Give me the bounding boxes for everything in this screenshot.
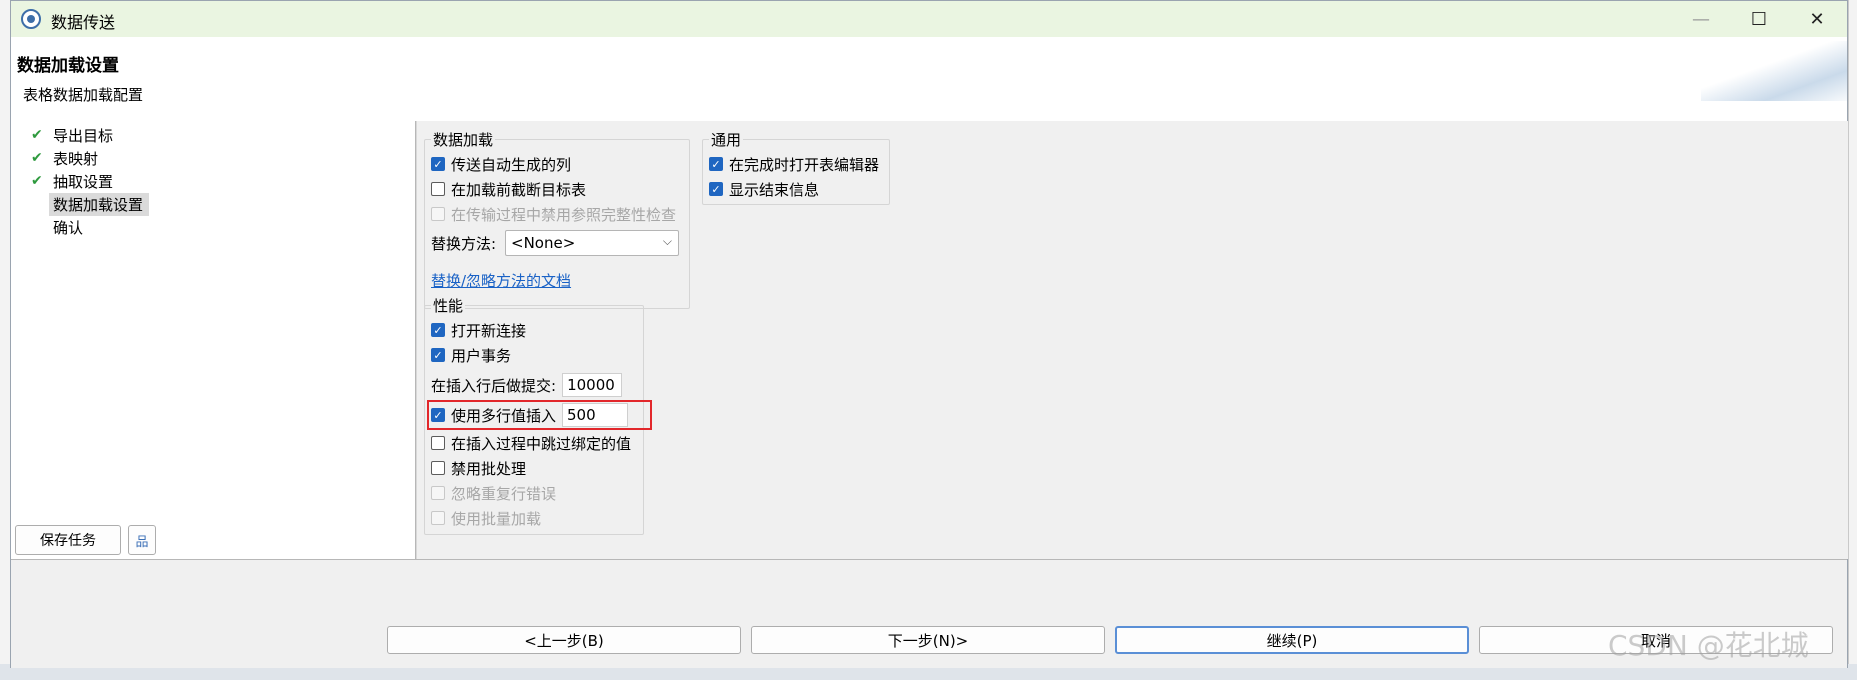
checkbox-unchecked-icon [431, 182, 445, 196]
nav-item-label: 抽取设置 [53, 172, 114, 191]
checkbox-label: 禁用批处理 [451, 459, 527, 478]
window-title: 数据传送 [51, 13, 116, 32]
checkbox-unchecked-icon [431, 436, 445, 450]
checkbox-label: 在加载前截断目标表 [451, 180, 587, 199]
data-transfer-dialog: 数据传送 — ☐ ✕ 数据加载设置 表格数据加载配置 ✔ 导出目标 ✔ 表映射 … [10, 0, 1848, 668]
chevron-down-icon: ⌵ [662, 234, 672, 248]
skip-bound-values-checkbox[interactable]: 在插入过程中跳过绑定的值 [431, 433, 631, 453]
replace-method-select[interactable]: <None> ⌵ [505, 230, 679, 256]
checkbox-label: 在传输过程中禁用参照完整性检查 [451, 205, 677, 224]
app-logo-icon [21, 9, 41, 29]
wizard-footer: <上一步(B) 下一步(N)> 继续(P) 取消 [11, 559, 1847, 668]
task-tree-icon[interactable]: 品 [128, 525, 156, 555]
general-group: 通用 ✓ 在完成时打开表编辑器 ✓ 显示结束信息 [702, 129, 890, 205]
nav-item-label: 表映射 [53, 149, 99, 168]
ignore-duplicate-errors-checkbox: 忽略重复行错误 [431, 483, 556, 503]
save-task-button[interactable]: 保存任务 [15, 525, 121, 555]
page-header: 数据加载设置 表格数据加载配置 [11, 37, 1847, 122]
commit-after-rows-row: 在插入行后做提交: 10000 [431, 372, 623, 398]
disable-ref-integrity-checkbox: 在传输过程中禁用参照完整性检查 [431, 204, 676, 224]
nav-item-data-load-settings[interactable]: 数据加载设置 [31, 192, 150, 216]
checkbox-disabled-icon [431, 207, 445, 221]
checkbox-checked-icon: ✓ [709, 182, 723, 196]
user-transaction-checkbox[interactable]: ✓ 用户事务 [431, 345, 511, 365]
title-bar[interactable]: 数据传送 — ☐ ✕ [11, 1, 1847, 37]
highlight-box [427, 400, 652, 430]
transfer-auto-columns-checkbox[interactable]: ✓ 传送自动生成的列 [431, 154, 571, 174]
checkbox-label: 在插入过程中跳过绑定的值 [451, 434, 632, 453]
next-button[interactable]: 下一步(N)> [751, 626, 1105, 654]
continue-button[interactable]: 继续(P) [1115, 626, 1469, 654]
multi-row-insert-row: ✓ 使用多行值插入 500 [427, 400, 652, 430]
check-icon: ✔ [31, 127, 43, 143]
nav-item-label: 导出目标 [53, 126, 114, 145]
commit-after-rows-label: 在插入行后做提交: [431, 376, 557, 395]
replace-method-doc-link[interactable]: 替换/忽略方法的文档 [431, 270, 571, 291]
nav-item-extract-settings[interactable]: ✔ 抽取设置 [31, 170, 113, 192]
checkbox-checked-icon: ✓ [431, 348, 445, 362]
settings-content: 数据加载 ✓ 传送自动生成的列 在加载前截断目标表 在传输过程中禁用参照完整性检… [416, 121, 1848, 559]
checkbox-checked-icon: ✓ [709, 157, 723, 171]
checkbox-label: 用户事务 [451, 346, 512, 365]
check-icon: ✔ [31, 173, 43, 189]
open-new-connection-checkbox[interactable]: ✓ 打开新连接 [431, 320, 526, 340]
page-subtitle: 表格数据加载配置 [23, 86, 144, 104]
truncate-before-load-checkbox[interactable]: 在加载前截断目标表 [431, 179, 586, 199]
group-legend: 通用 [709, 129, 744, 150]
nav-item-table-mapping[interactable]: ✔ 表映射 [31, 147, 98, 169]
checkbox-unchecked-icon [431, 461, 445, 475]
checkbox-disabled-icon [431, 486, 445, 500]
watermark: CSDN @花北城 [1608, 629, 1809, 662]
minimize-button[interactable]: — [1673, 1, 1729, 37]
previous-button[interactable]: <上一步(B) [387, 626, 741, 654]
checkbox-label: 打开新连接 [451, 321, 527, 340]
select-value: <None> [511, 234, 576, 252]
nav-item-label: 确认 [53, 218, 84, 237]
maximize-button[interactable]: ☐ [1731, 1, 1787, 37]
nav-item-confirm[interactable]: 确认 [31, 216, 83, 238]
show-finish-message-checkbox[interactable]: ✓ 显示结束信息 [709, 179, 819, 199]
nav-item-export-target[interactable]: ✔ 导出目标 [31, 124, 113, 146]
replace-method-label: 替换方法: [431, 234, 497, 253]
checkbox-label: 传送自动生成的列 [451, 155, 572, 174]
checkbox-label: 在完成时打开表编辑器 [729, 155, 880, 174]
commit-after-rows-input[interactable]: 10000 [562, 373, 623, 397]
header-decoration [1701, 41, 1847, 101]
data-loading-group: 数据加载 ✓ 传送自动生成的列 在加载前截断目标表 在传输过程中禁用参照完整性检… [424, 129, 690, 309]
checkbox-checked-icon: ✓ [431, 157, 445, 171]
background-app-right-edge [1848, 0, 1857, 680]
group-legend: 数据加载 [431, 129, 496, 150]
group-legend: 性能 [431, 295, 466, 316]
checkbox-label: 使用批量加载 [451, 509, 542, 528]
open-editor-on-finish-checkbox[interactable]: ✓ 在完成时打开表编辑器 [709, 154, 879, 174]
close-button[interactable]: ✕ [1789, 1, 1845, 37]
page-title: 数据加载设置 [17, 56, 119, 76]
check-icon: ✔ [31, 150, 43, 166]
nav-item-label: 数据加载设置 [49, 192, 150, 216]
disable-batch-checkbox[interactable]: 禁用批处理 [431, 458, 526, 478]
checkbox-label: 显示结束信息 [729, 180, 820, 199]
checkbox-label: 忽略重复行错误 [451, 484, 557, 503]
checkbox-checked-icon: ✓ [431, 323, 445, 337]
wizard-steps-panel: ✔ 导出目标 ✔ 表映射 ✔ 抽取设置 数据加载设置 确认 保存任务 品 [11, 121, 416, 559]
use-bulk-load-checkbox: 使用批量加载 [431, 508, 541, 528]
checkbox-disabled-icon [431, 511, 445, 525]
performance-group: 性能 ✓ 打开新连接 ✓ 用户事务 在插入行后做提交: 10000 ✓ 使用多行… [424, 295, 652, 535]
